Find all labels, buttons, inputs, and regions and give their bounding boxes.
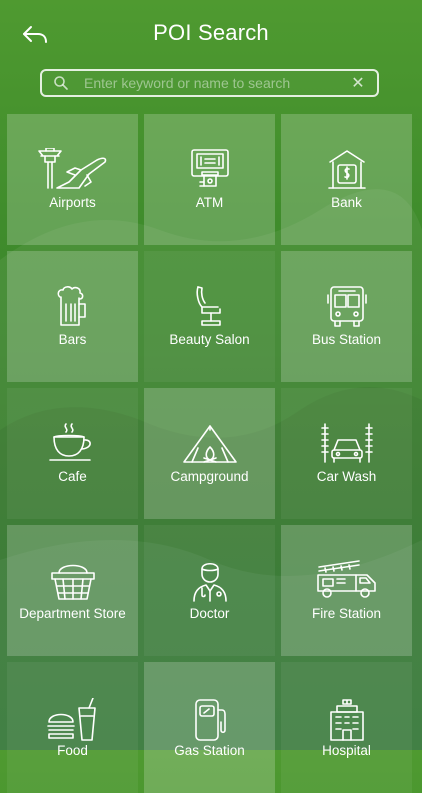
category-doctor[interactable]: Doctor xyxy=(144,525,275,656)
fire-truck-icon xyxy=(281,559,412,603)
category-label: Beauty Salon xyxy=(169,332,250,347)
bus-icon xyxy=(281,285,412,329)
fuel-pump-icon xyxy=(144,698,275,742)
airport-icon xyxy=(7,148,138,192)
category-fire-station[interactable]: Fire Station xyxy=(281,525,412,656)
page-title: POI Search xyxy=(153,20,269,45)
category-label: Bank xyxy=(331,195,362,210)
search-input[interactable] xyxy=(82,70,347,96)
atm-icon xyxy=(144,148,275,192)
category-car-wash[interactable]: Car Wash xyxy=(281,388,412,519)
burger-drink-icon xyxy=(7,698,138,742)
coffee-cup-icon xyxy=(7,422,138,466)
category-label: Department Store xyxy=(19,606,126,621)
category-label: Bus Station xyxy=(311,332,382,347)
category-label: Airports xyxy=(49,195,96,210)
basket-icon xyxy=(7,559,138,603)
category-label: Gas Station xyxy=(174,743,245,758)
category-bank[interactable]: Bank xyxy=(281,114,412,245)
car-wash-icon xyxy=(281,422,412,466)
salon-chair-icon xyxy=(144,285,275,329)
hospital-building-icon xyxy=(281,698,412,742)
category-campground[interactable]: Campground xyxy=(144,388,275,519)
category-label: Cafe xyxy=(58,469,87,484)
category-gas-station[interactable]: Gas Station xyxy=(144,662,275,793)
category-label: Fire Station xyxy=(311,606,382,621)
category-label: Campground xyxy=(170,469,249,484)
category-department-store[interactable]: Department Store xyxy=(7,525,138,656)
category-bars[interactable]: Bars xyxy=(7,251,138,382)
category-label: Car Wash xyxy=(316,469,377,484)
category-label: Doctor xyxy=(189,606,230,621)
category-atm[interactable]: ATM xyxy=(144,114,275,245)
header-bar: POI Search xyxy=(0,0,422,66)
category-airports[interactable]: Airports xyxy=(7,114,138,245)
clear-icon[interactable]: ✕ xyxy=(347,72,369,94)
search-icon xyxy=(50,72,72,94)
tent-icon xyxy=(144,422,275,466)
category-food[interactable]: Food xyxy=(7,662,138,793)
category-cafe[interactable]: Cafe xyxy=(7,388,138,519)
category-label: Hospital xyxy=(322,743,371,758)
category-label: Bars xyxy=(58,332,87,347)
category-grid: Airports ATM Bank Bars Beauty Salon Bus … xyxy=(7,114,412,793)
category-bus-station[interactable]: Bus Station xyxy=(281,251,412,382)
category-label: Food xyxy=(57,743,88,758)
category-label: ATM xyxy=(195,195,224,210)
poi-search-screen: POI Search ✕ xyxy=(0,0,422,793)
category-hospital[interactable]: Hospital xyxy=(281,662,412,793)
beer-mug-icon xyxy=(7,285,138,329)
category-beauty-salon[interactable]: Beauty Salon xyxy=(144,251,275,382)
doctor-icon xyxy=(144,559,275,603)
search-bar: ✕ xyxy=(40,69,379,97)
bank-icon xyxy=(281,148,412,192)
